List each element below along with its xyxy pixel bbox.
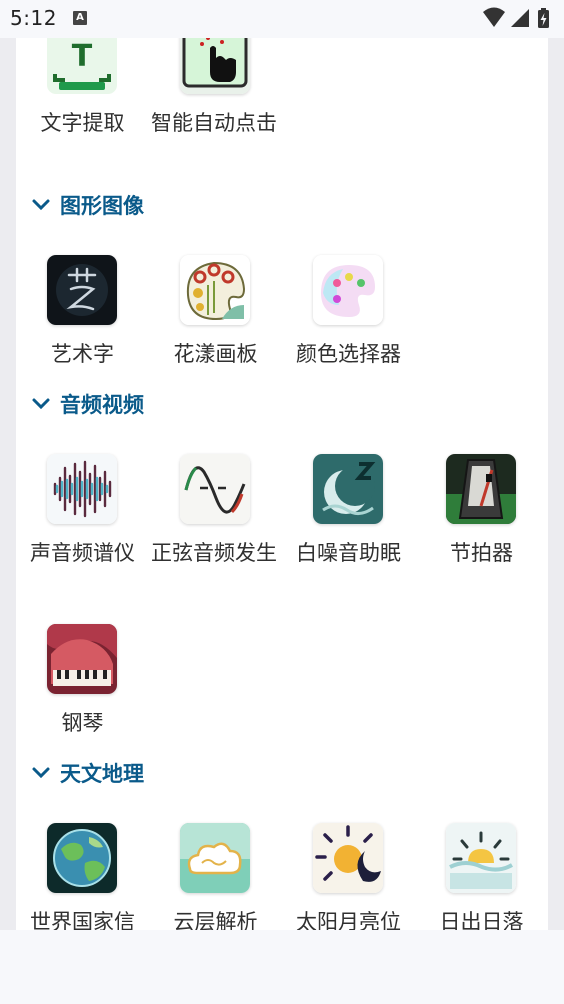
tool-list[interactable]: T 文字提取 智能自动点击 图形图像 艺术字 花漾画板 颜色选择器 音频视频 声… (16, 38, 548, 930)
tool-label: 花漾画板 (173, 342, 258, 366)
tool-label: 太阳月亮位 (296, 910, 401, 930)
art-text-icon (47, 255, 117, 325)
tool-label: 智能自动点击 (151, 111, 277, 135)
wifi-icon (483, 7, 505, 27)
section-title: 天文地理 (60, 762, 144, 786)
section-title: 音频视频 (60, 393, 144, 417)
spectrum-analyzer-icon (47, 454, 117, 524)
status-time: 5:12 (10, 6, 57, 30)
auto-click-icon (180, 38, 250, 94)
status-icons (482, 7, 556, 35)
tool-label: 世界国家信 (30, 910, 135, 930)
drawing-board-icon (180, 255, 250, 325)
tool-label: 文字提取 (40, 111, 125, 135)
white-noise-icon (313, 454, 383, 524)
battery-icon (538, 8, 549, 28)
piano-icon (47, 624, 117, 694)
section-title: 图形图像 (60, 194, 144, 218)
tool-label: 艺术字 (51, 342, 114, 366)
globe-icon (47, 823, 117, 893)
scroll-gutter (548, 38, 564, 930)
tool-label: 节拍器 (450, 541, 513, 565)
tool-label: 白噪音助眠 (296, 541, 401, 565)
section-header-graphics[interactable]: 图形图像 (30, 187, 144, 223)
chevron-down-icon (32, 398, 50, 410)
notification-icon: A (73, 11, 87, 25)
svg-text:T: T (72, 39, 93, 74)
tool-label: 正弦音频发生 (151, 541, 277, 565)
tool-label: 日出日落 (439, 910, 524, 930)
text-extract-icon: T (47, 38, 117, 94)
section-header-astronomy-geography[interactable]: 天文地理 (30, 755, 144, 791)
tool-label: 云层解析 (173, 910, 258, 930)
cellular-signal-icon (511, 9, 529, 27)
chevron-down-icon (32, 767, 50, 779)
tool-label: 声音频谱仪 (30, 541, 135, 565)
section-header-audio-video[interactable]: 音频视频 (30, 386, 144, 422)
sine-generator-icon (180, 454, 250, 524)
status-bar: 5:12 A (0, 0, 564, 38)
cloud-icon (180, 823, 250, 893)
chevron-down-icon (32, 199, 50, 211)
bottom-bar (0, 930, 564, 1004)
tool-label: 颜色选择器 (296, 342, 401, 366)
sun-moon-icon (313, 823, 383, 893)
sunrise-icon (446, 823, 516, 893)
tool-label: 钢琴 (61, 711, 104, 735)
color-picker-icon (313, 255, 383, 325)
metronome-icon (446, 454, 516, 524)
